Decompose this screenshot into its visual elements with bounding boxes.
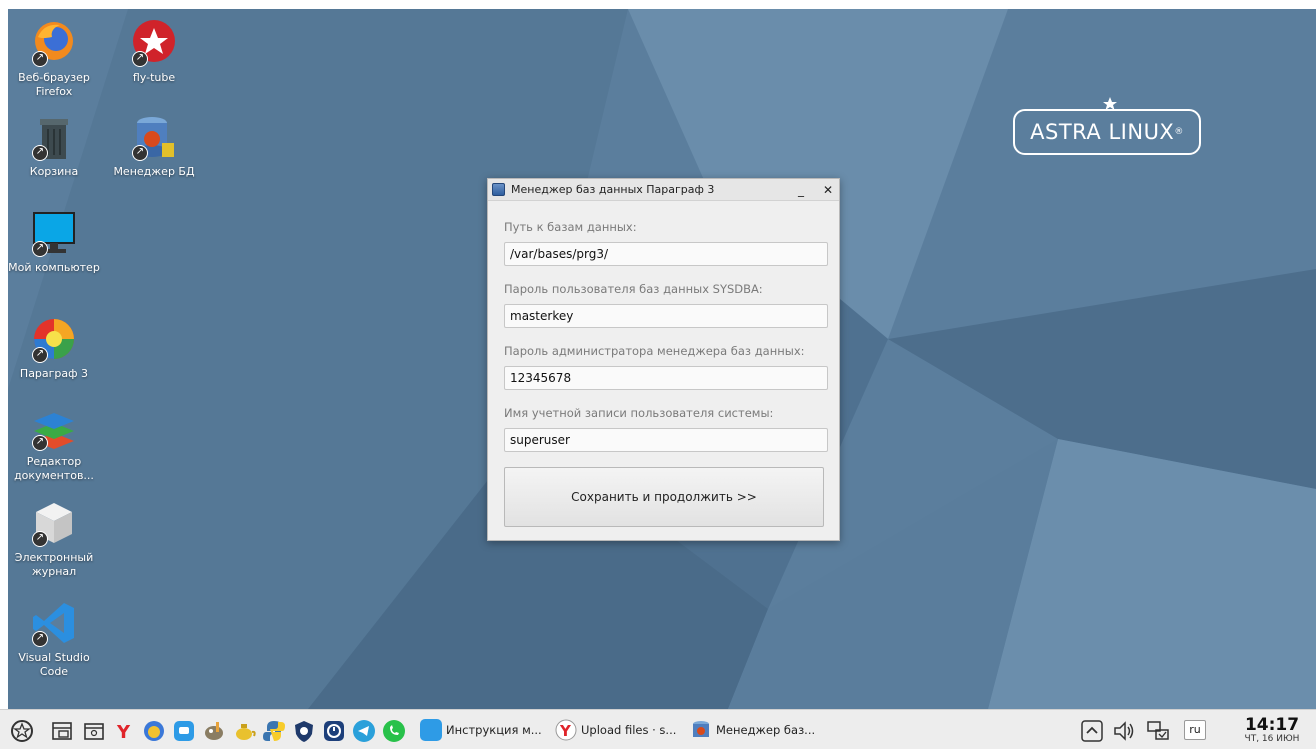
admin-password-label: Пароль администратора менеджера баз данн…	[504, 344, 805, 358]
shortcut-arrow-icon: ↗	[32, 631, 48, 647]
desktop-icon-trash[interactable]: ↗ Корзина	[8, 113, 100, 179]
sysdba-password-label: Пароль пользователя баз данных SYSDBA:	[504, 282, 763, 296]
shortcut-arrow-icon: ↗	[32, 51, 48, 67]
keyboard-layout-indicator[interactable]: ru	[1184, 720, 1206, 740]
admin-password-input[interactable]	[504, 366, 828, 390]
logo-text: ASTRA LINUX	[1030, 120, 1175, 144]
desktop-icon-label: fly-tube	[132, 71, 176, 84]
desktop-icon-label: Корзина	[29, 165, 79, 178]
desktop-icon-doc-editor[interactable]: ↗ Редактор документов...	[8, 403, 100, 483]
task-upload-files[interactable]: Y Upload files · s...	[555, 716, 676, 744]
database-manager-icon	[693, 721, 709, 737]
taskbar: Y Инструкция м... Y Upload files · s... …	[0, 709, 1316, 749]
python-icon[interactable]	[262, 719, 286, 743]
desktop-icon-label: Электронный журнал	[14, 551, 94, 578]
clock-date: ЧТ, 16 ИЮН	[1244, 734, 1300, 744]
task-label: Upload files · s...	[581, 723, 677, 737]
shortcut-arrow-icon: ↗	[32, 347, 48, 363]
timer-icon[interactable]	[322, 719, 346, 743]
dialog-title: Менеджер баз данных Параграф 3	[511, 183, 715, 196]
database-manager-icon: ↗	[130, 113, 178, 161]
system-user-input[interactable]	[504, 428, 828, 452]
thunderbird-icon[interactable]	[142, 719, 166, 743]
astra-linux-logo: ASTRA LINUX ®	[1013, 97, 1201, 155]
teapot-icon[interactable]	[232, 719, 256, 743]
star-icon	[1103, 97, 1117, 110]
start-menu-icon[interactable]	[10, 719, 34, 743]
close-button[interactable]: ✕	[820, 182, 836, 198]
shortcut-arrow-icon: ↗	[32, 241, 48, 257]
dialog-titlebar[interactable]: Менеджер баз данных Параграф 3 _ ✕	[488, 179, 839, 201]
svg-text:Y: Y	[116, 722, 131, 743]
desktop-icon-vscode[interactable]: ↗ Visual Studio Code	[8, 599, 100, 679]
vscode-icon: ↗	[30, 599, 78, 647]
db-path-label: Путь к базам данных:	[504, 220, 637, 234]
desktop-icon-paragraf[interactable]: ↗ Параграф 3	[8, 315, 100, 381]
whatsapp-icon[interactable]	[382, 719, 406, 743]
firefox-icon: ↗	[30, 19, 78, 67]
desktop-icon-db-manager[interactable]: ↗ Менеджер БД	[108, 113, 200, 179]
save-continue-button[interactable]: Сохранить и продолжить >>	[504, 467, 824, 527]
shortcut-arrow-icon: ↗	[132, 51, 148, 67]
db-manager-dialog: Менеджер баз данных Параграф 3 _ ✕ Путь …	[487, 178, 840, 541]
tray-expand-icon[interactable]	[1080, 719, 1104, 743]
shortcut-arrow-icon: ↗	[132, 145, 148, 161]
clock-time[interactable]: 14:17	[1236, 715, 1308, 735]
desktop-icon-label: Веб-браузер Firefox	[18, 71, 90, 98]
desktop-icon-my-computer[interactable]: ↗ Мой компьютер	[8, 209, 100, 275]
telegram-icon[interactable]	[352, 719, 376, 743]
desktop-icon-e-journal[interactable]: ↗ Электронный журнал	[8, 499, 100, 579]
task-db-manager[interactable]: Менеджер баз...	[690, 716, 815, 744]
system-user-label: Имя учетной записи пользователя системы:	[504, 406, 774, 420]
paragraf-icon: ↗	[30, 315, 78, 363]
window-switcher-icon[interactable]	[50, 719, 74, 743]
trash-icon: ↗	[30, 113, 78, 161]
messenger-icon[interactable]	[172, 719, 196, 743]
network-icon[interactable]	[1146, 719, 1170, 743]
minimize-button[interactable]: _	[793, 182, 809, 198]
shortcut-arrow-icon: ↗	[32, 435, 48, 451]
task-instruction[interactable]: Инструкция м...	[420, 716, 542, 744]
sysdba-password-input[interactable]	[504, 304, 828, 328]
messenger-icon	[420, 719, 442, 741]
gimp-icon[interactable]	[202, 719, 226, 743]
logo-mark: ®	[1174, 127, 1184, 137]
svg-text:Y: Y	[559, 722, 572, 740]
show-desktop-icon[interactable]	[82, 719, 106, 743]
cube-icon: ↗	[30, 499, 78, 547]
desktop-icon-label: Редактор документов...	[14, 455, 94, 482]
desktop-icon-fly-tube[interactable]: ↗ fly-tube	[108, 19, 200, 85]
desktop-icon-label: Параграф 3	[19, 367, 89, 380]
volume-icon[interactable]	[1112, 719, 1136, 743]
task-label: Менеджер баз...	[716, 723, 816, 737]
document-editor-icon: ↗	[30, 403, 78, 451]
fly-tube-icon: ↗	[130, 19, 178, 67]
app-icon	[492, 183, 505, 196]
desktop-icon-label: Менеджер БД	[113, 165, 195, 178]
shortcut-arrow-icon: ↗	[32, 145, 48, 161]
db-path-input[interactable]	[504, 242, 828, 266]
desktop-icon-label: Visual Studio Code	[18, 651, 90, 678]
shortcut-arrow-icon: ↗	[32, 531, 48, 547]
yandex-browser-icon: Y	[555, 719, 577, 741]
desktop-icon-label: Мой компьютер	[8, 261, 100, 274]
security-icon[interactable]	[292, 719, 316, 743]
monitor-icon: ↗	[30, 209, 78, 257]
yandex-browser-icon[interactable]: Y	[112, 719, 136, 743]
desktop-icon-firefox[interactable]: ↗ Веб-браузер Firefox	[8, 19, 100, 99]
task-label: Инструкция м...	[446, 723, 542, 737]
